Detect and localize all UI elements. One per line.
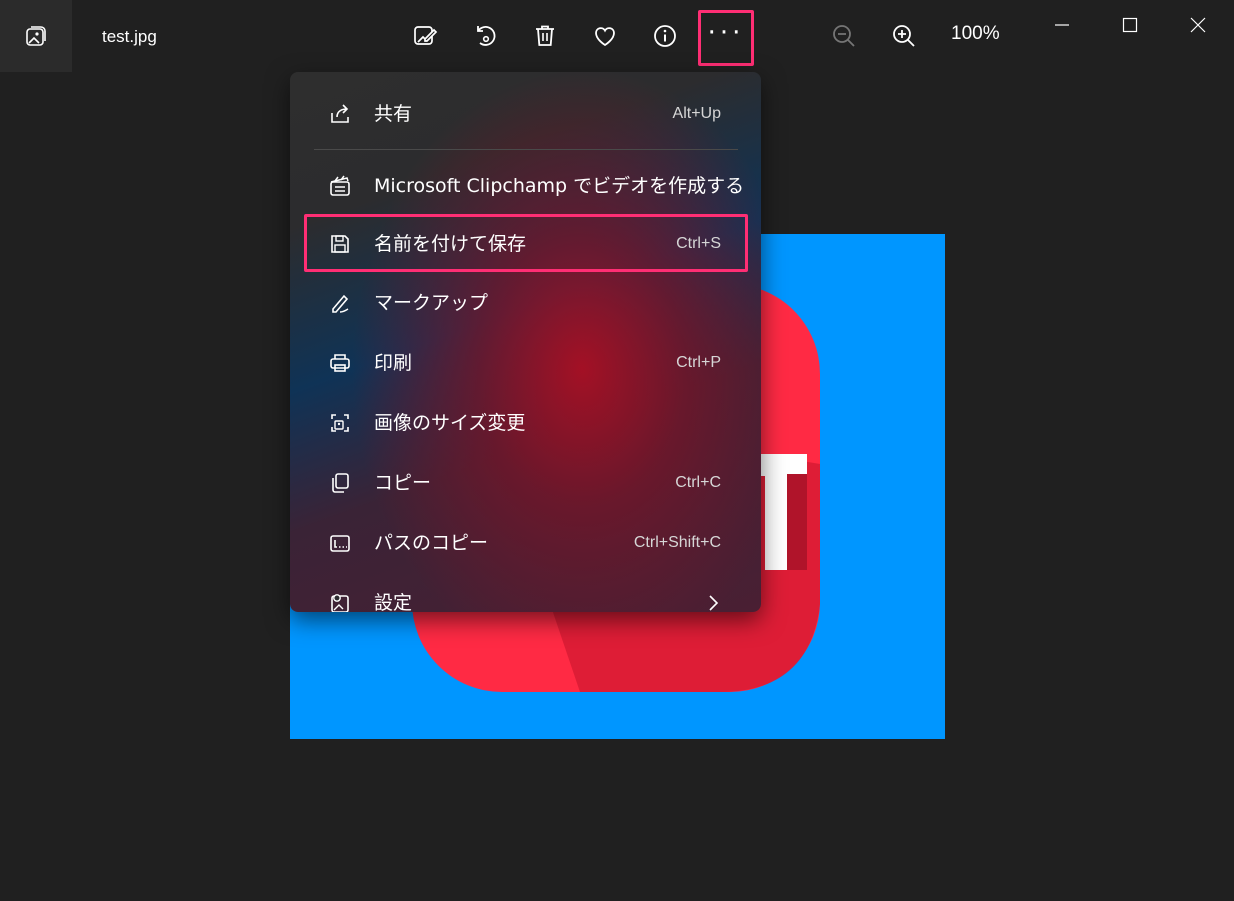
menu-item-label: パスのコピー (374, 532, 489, 554)
menu-item-label: Microsoft Clipchamp でビデオを作成する (374, 175, 745, 197)
favorite-button[interactable] (583, 14, 627, 58)
delete-button[interactable] (523, 14, 567, 58)
menu-item-print[interactable]: 印刷 Ctrl+P (304, 339, 747, 387)
close-button[interactable] (1164, 0, 1232, 50)
chevron-right-icon (709, 595, 719, 611)
copy-icon (328, 471, 352, 495)
maximize-button[interactable] (1096, 0, 1164, 50)
resize-image-icon (328, 411, 352, 435)
menu-item-copy[interactable]: コピー Ctrl+C (304, 459, 747, 507)
favorite-heart-icon (595, 27, 615, 47)
markup-pen-icon (328, 291, 352, 315)
more-options-menu: 共有 Alt+Up Microsoft Clipchamp でビデオを作成する … (290, 72, 761, 612)
menu-item-share[interactable]: 共有 Alt+Up (304, 90, 747, 138)
menu-item-shortcut: Ctrl+C (675, 474, 721, 491)
menu-item-label: 画像のサイズ変更 (374, 412, 526, 434)
menu-item-label: マークアップ (374, 292, 489, 314)
more-options-icon: ··· (707, 18, 745, 48)
menu-item-shortcut: Ctrl+Shift+C (633, 534, 721, 551)
zoom-level-indicator[interactable]: 100% (951, 23, 1000, 45)
settings-icon (328, 591, 352, 612)
app-icon-button[interactable] (0, 0, 72, 72)
menu-item-shortcut: Ctrl+P (676, 354, 721, 371)
zoom-in-icon (893, 25, 915, 47)
more-options-button[interactable]: ··· (698, 10, 754, 66)
edit-image-button[interactable] (403, 14, 447, 58)
delete-icon (536, 25, 554, 46)
minimize-icon (1055, 24, 1069, 26)
photos-app-window: test.jpg ··· 100% 共有 Alt+Up Microsoft Cl… (0, 0, 1234, 901)
menu-item-shortcut: Alt+Up (672, 105, 721, 122)
print-icon (328, 351, 352, 375)
photos-app-icon (26, 26, 46, 46)
rotate-icon (477, 26, 496, 46)
copy-path-icon (328, 531, 352, 555)
menu-item-markup[interactable]: マークアップ (304, 279, 747, 327)
file-name-title: test.jpg (102, 27, 157, 46)
maximize-icon (1122, 17, 1138, 33)
info-icon (654, 25, 676, 47)
menu-item-settings[interactable]: 設定 (304, 579, 747, 612)
menu-item-resize-image[interactable]: 画像のサイズ変更 (304, 399, 747, 447)
menu-item-label: 共有 (374, 103, 413, 125)
menu-item-copy-path[interactable]: パスのコピー Ctrl+Shift+C (304, 519, 747, 567)
edit-image-icon (414, 26, 438, 45)
rotate-button[interactable] (463, 14, 507, 58)
close-icon (1190, 17, 1206, 33)
menu-divider (314, 149, 738, 150)
menu-item-label: 印刷 (374, 352, 413, 374)
menu-item-label: コピー (374, 472, 432, 494)
menu-item-clipchamp[interactable]: Microsoft Clipchamp でビデオを作成する (304, 162, 747, 210)
share-icon (328, 102, 352, 126)
zoom-out-icon (833, 25, 855, 47)
clipchamp-icon (328, 174, 352, 198)
info-button[interactable] (643, 14, 687, 58)
zoom-in-button[interactable] (882, 14, 926, 58)
save-as-highlight-box (304, 214, 748, 272)
menu-item-label: 設定 (374, 592, 413, 612)
zoom-out-button[interactable] (822, 14, 866, 58)
minimize-button[interactable] (1028, 0, 1096, 50)
